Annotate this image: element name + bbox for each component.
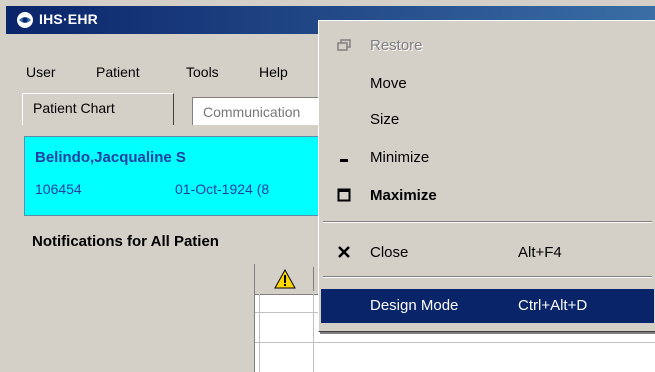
patient-name: Belindo,Jacqualine S	[35, 149, 186, 166]
grid-divider	[255, 342, 655, 343]
menu-item-size[interactable]: Size	[321, 103, 654, 135]
menu-item-label: Maximize	[370, 187, 437, 204]
menu-item-shortcut: Ctrl+Alt+D	[518, 297, 588, 314]
menu-item-restore[interactable]: Restore	[321, 29, 654, 61]
menu-item-close[interactable]: Close Alt+F4	[321, 236, 654, 268]
alert-column-header[interactable]	[259, 267, 314, 291]
patient-banner[interactable]: Belindo,Jacqualine S 106454 01-Oct-1924 …	[24, 136, 324, 216]
grid-divider	[313, 294, 314, 372]
tab-communication[interactable]: Communication	[192, 97, 332, 125]
menu-tools[interactable]: Tools	[186, 64, 219, 80]
restore-icon	[333, 29, 355, 61]
menu-item-label: Minimize	[370, 149, 430, 166]
menu-item-minimize[interactable]: Minimize	[321, 141, 654, 173]
menu-separator	[323, 221, 652, 223]
menu-item-label: Size	[370, 111, 400, 128]
menu-item-label: Design Mode	[370, 297, 459, 314]
warning-icon	[274, 269, 296, 289]
menu-help[interactable]: Help	[259, 64, 288, 80]
maximize-icon	[333, 179, 355, 211]
patient-dob: 01-Oct-1924 (8	[175, 181, 270, 197]
menu-separator	[323, 276, 652, 278]
minimize-icon	[333, 141, 355, 173]
system-menu: Restore Move Size Minimize Maximize Clos…	[318, 20, 655, 332]
menu-bar: User Patient Tools Help	[6, 58, 326, 84]
menu-item-label: Close	[370, 244, 409, 261]
menu-patient[interactable]: Patient	[96, 64, 140, 80]
menu-item-maximize[interactable]: Maximize	[321, 179, 654, 211]
close-icon	[333, 236, 355, 268]
grid-divider	[259, 294, 260, 372]
menu-item-move[interactable]: Move	[321, 67, 654, 99]
notifications-title: Notifications for All Patien	[32, 233, 219, 250]
window-title: IHS·EHR	[39, 11, 98, 27]
menu-item-shortcut: Alt+F4	[518, 244, 562, 261]
app-logo-icon	[17, 12, 33, 28]
menu-item-design-mode[interactable]: Design Mode Ctrl+Alt+D	[321, 289, 654, 323]
menu-item-label: Move	[370, 75, 407, 92]
patient-id: 106454	[35, 181, 82, 197]
tab-patient-chart[interactable]: Patient Chart	[22, 93, 174, 125]
menu-item-label: Restore	[370, 37, 423, 54]
menu-user[interactable]: User	[26, 64, 56, 80]
